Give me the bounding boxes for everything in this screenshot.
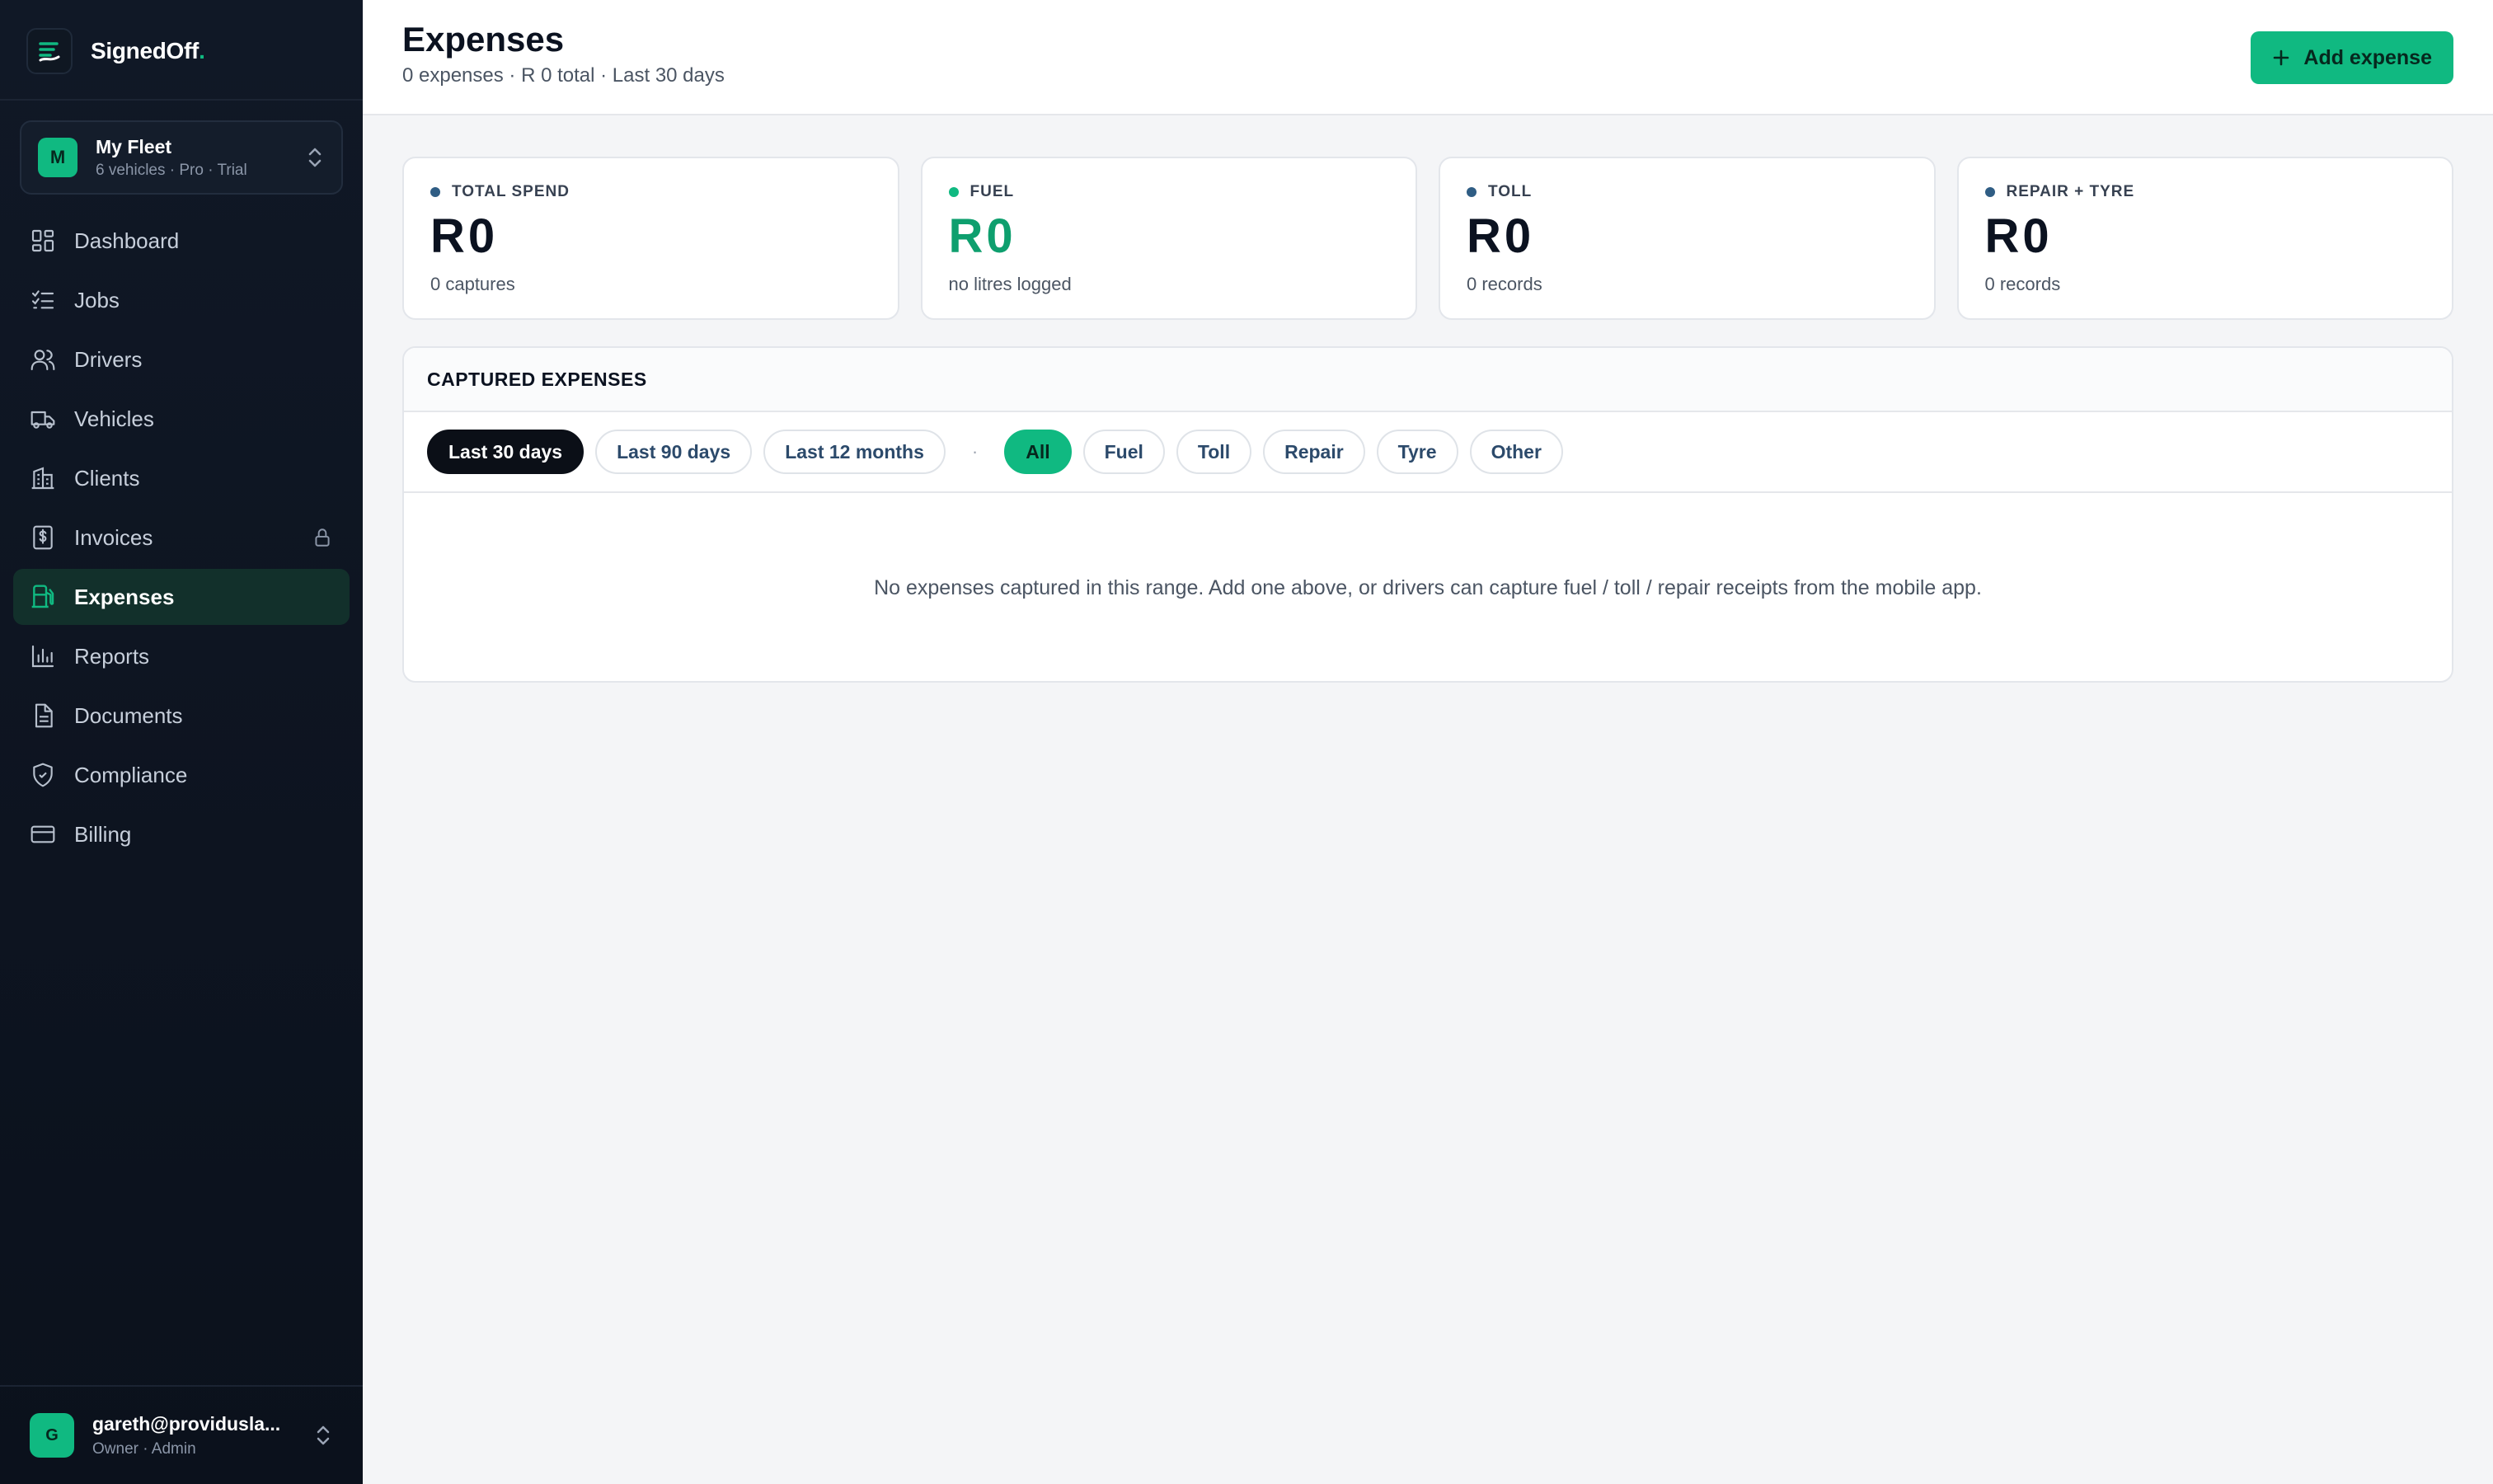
users-icon <box>30 346 56 373</box>
sidebar: SignedOff. M My Fleet 6 vehicles · Pro ·… <box>0 0 363 1484</box>
sidebar-nav: Dashboard Jobs Drivers Vehicles Clients <box>13 213 350 866</box>
credit-card-icon <box>30 821 56 848</box>
category-chip-other[interactable]: Other <box>1469 430 1563 474</box>
add-expense-button[interactable]: Add expense <box>2251 31 2453 84</box>
user-email: gareth@providusla... <box>92 1412 281 1435</box>
fleet-switcher[interactable]: M My Fleet 6 vehicles · Pro · Trial <box>20 120 343 195</box>
filter-bar: Last 30 days Last 90 days Last 12 months… <box>404 412 2452 493</box>
sidebar-item-billing[interactable]: Billing <box>13 806 350 862</box>
fleet-name: My Fleet <box>96 135 172 157</box>
sidebar-item-expenses[interactable]: Expenses <box>13 569 350 625</box>
shield-check-icon <box>30 762 56 788</box>
status-dot <box>1984 187 1995 197</box>
panel-title: CAPTURED EXPENSES <box>404 348 2452 412</box>
user-role: Owner · Admin <box>92 1439 196 1458</box>
chevron-up-down-icon <box>308 148 322 167</box>
sidebar-item-vehicles[interactable]: Vehicles <box>13 391 350 447</box>
category-chip-toll[interactable]: Toll <box>1176 430 1252 474</box>
avatar: G <box>30 1413 74 1458</box>
page-subtitle: 0 expenses · R 0 total · Last 30 days <box>402 64 725 87</box>
plus-icon <box>2274 49 2289 66</box>
page-header: Expenses 0 expenses · R 0 total · Last 3… <box>363 0 2493 115</box>
stat-value: R0 <box>948 209 1016 263</box>
sidebar-item-label: Compliance <box>74 762 188 787</box>
sidebar-item-label: Billing <box>74 821 132 847</box>
range-chip-last-12-months[interactable]: Last 12 months <box>763 430 946 474</box>
category-chip-all[interactable]: All <box>1004 430 1072 474</box>
stat-subtext: no litres logged <box>948 274 1072 294</box>
stat-card-fuel: FUEL R0 no litres logged <box>920 157 1417 320</box>
fleet-subtitle: 6 vehicles · Pro · Trial <box>96 161 247 179</box>
brand-name: SignedOff. <box>91 38 205 63</box>
divider <box>0 99 363 101</box>
stat-card-total-spend: TOTAL SPEND R0 0 captures <box>402 157 899 320</box>
stat-label: TOTAL SPEND <box>452 183 570 200</box>
category-chip-repair[interactable]: Repair <box>1263 430 1365 474</box>
building-icon <box>30 465 56 491</box>
user-menu[interactable]: G gareth@providusla... Owner · Admin <box>0 1385 363 1484</box>
bar-chart-icon <box>30 643 56 669</box>
sidebar-item-label: Documents <box>74 702 183 728</box>
sidebar-item-dashboard[interactable]: Dashboard <box>13 213 350 269</box>
sidebar-item-drivers[interactable]: Drivers <box>13 331 350 387</box>
stat-subtext: 0 records <box>1984 274 2061 294</box>
file-icon <box>30 702 56 729</box>
stat-card-repair-tyre: REPAIR + TYRE R0 0 records <box>1956 157 2453 320</box>
page-title: Expenses <box>402 20 565 59</box>
sidebar-item-label: Clients <box>74 465 140 491</box>
stat-label: REPAIR + TYRE <box>2006 183 2135 200</box>
sidebar-item-label: Vehicles <box>74 406 154 431</box>
chevron-up-down-icon <box>317 1425 330 1445</box>
stat-cards: TOTAL SPEND R0 0 captures FUEL R0 no lit… <box>402 157 2453 320</box>
status-dot <box>430 187 440 197</box>
stat-subtext: 0 captures <box>430 274 515 294</box>
sidebar-item-label: Dashboard <box>74 228 180 253</box>
dollar-doc-icon <box>30 524 56 551</box>
sidebar-item-label: Drivers <box>74 346 143 372</box>
fuel-icon <box>30 584 56 610</box>
fleet-avatar: M <box>38 138 77 177</box>
sidebar-item-label: Reports <box>74 643 150 669</box>
stat-label: TOLL <box>1488 183 1533 200</box>
category-chip-fuel[interactable]: Fuel <box>1082 430 1165 474</box>
stat-value: R0 <box>1467 209 1535 263</box>
stat-subtext: 0 records <box>1467 274 1542 294</box>
add-expense-label: Add expense <box>2303 45 2432 69</box>
sidebar-item-label: Expenses <box>74 584 175 609</box>
lock-icon <box>315 528 330 547</box>
stat-label: FUEL <box>970 183 1015 200</box>
status-dot <box>1467 187 1477 197</box>
brand[interactable]: SignedOff. <box>26 26 205 76</box>
range-chip-last-90-days[interactable]: Last 90 days <box>595 430 753 474</box>
sidebar-item-invoices[interactable]: Invoices <box>13 510 350 566</box>
stat-value: R0 <box>1984 209 2053 263</box>
sidebar-item-label: Invoices <box>74 524 153 550</box>
signedoff-logo-icon <box>26 28 73 74</box>
category-chip-tyre[interactable]: Tyre <box>1376 430 1458 474</box>
filter-separator: · <box>971 441 979 462</box>
empty-state-message: No expenses captured in this range. Add … <box>874 575 1982 599</box>
sidebar-item-compliance[interactable]: Compliance <box>13 747 350 803</box>
sidebar-item-label: Jobs <box>74 287 120 312</box>
grid-icon <box>30 228 56 254</box>
range-chip-last-30-days[interactable]: Last 30 days <box>427 430 585 474</box>
sidebar-item-jobs[interactable]: Jobs <box>13 272 350 328</box>
status-dot <box>948 187 959 197</box>
sidebar-item-reports[interactable]: Reports <box>13 628 350 684</box>
sidebar-item-clients[interactable]: Clients <box>13 450 350 506</box>
sidebar-item-documents[interactable]: Documents <box>13 688 350 744</box>
stat-value: R0 <box>430 209 499 263</box>
truck-icon <box>30 406 56 432</box>
captured-expenses-panel: CAPTURED EXPENSES Last 30 days Last 90 d… <box>402 346 2453 683</box>
stat-card-toll: TOLL R0 0 records <box>1439 157 1936 320</box>
checklist-icon <box>30 287 56 313</box>
